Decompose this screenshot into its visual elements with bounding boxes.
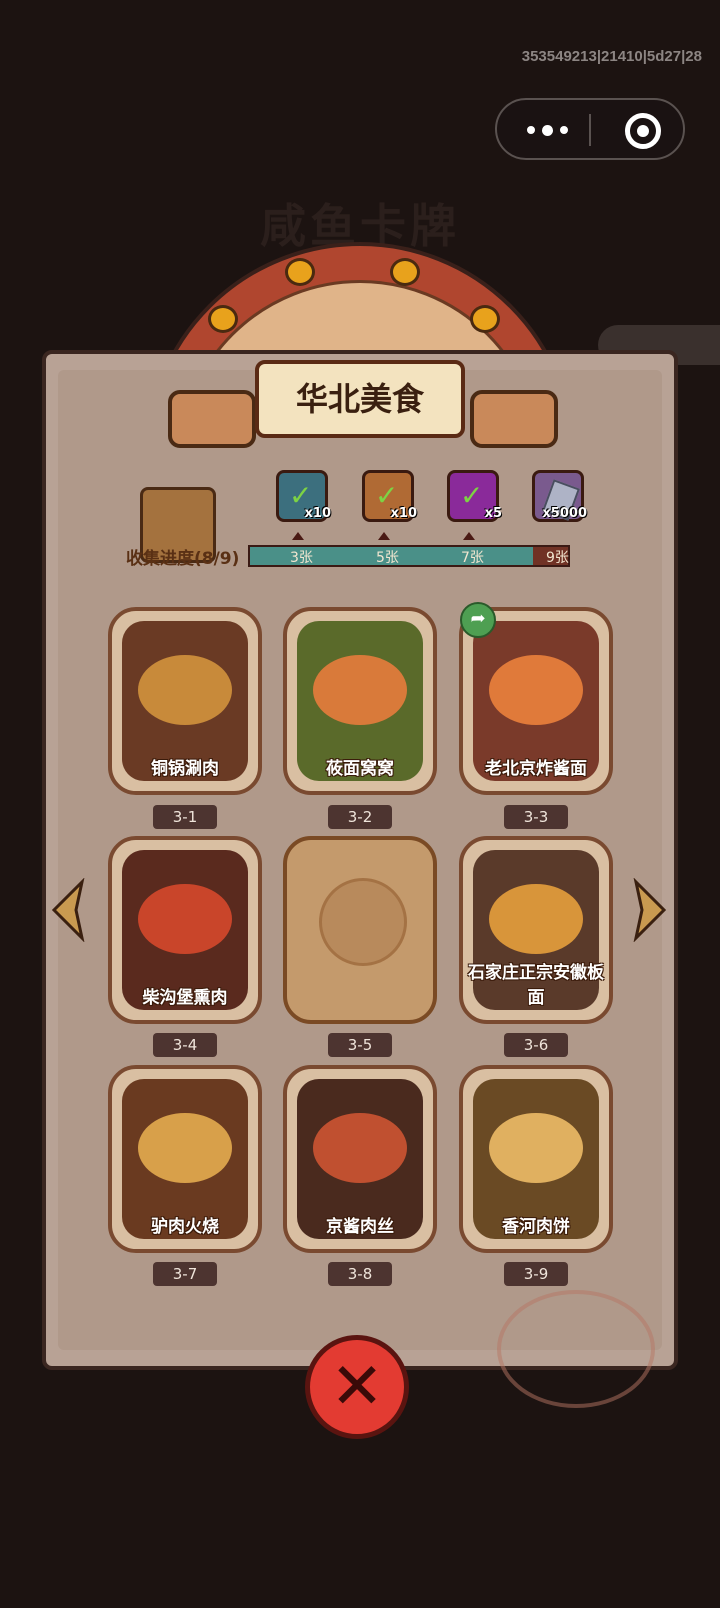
food-card[interactable]: 京酱肉丝 <box>283 1065 437 1253</box>
reward-qty: x10 <box>304 506 331 521</box>
card-tag: 3-1 <box>153 805 217 829</box>
bead-icon <box>208 305 238 333</box>
bead-icon <box>285 258 315 286</box>
debug-id: 353549213|21410|5d27|28 <box>521 48 702 65</box>
food-card[interactable]: 石家庄正宗安徽板面 <box>459 836 613 1024</box>
next-page-arrow-icon[interactable] <box>630 877 670 943</box>
panel-title-banner: 华北美食 <box>255 360 465 438</box>
card-tag: 3-7 <box>153 1262 217 1286</box>
reward-qty: x5000 <box>542 506 587 521</box>
food-card[interactable]: 驴肉火烧 <box>108 1065 262 1253</box>
card-name: 京酱肉丝 <box>326 1217 394 1237</box>
reward-gem[interactable]: x5000 <box>532 470 587 522</box>
reward-scroll[interactable]: ✓ x10 <box>362 470 417 522</box>
close-icon: ✕ <box>330 1350 384 1424</box>
panel-title: 华北美食 <box>295 380 424 418</box>
milestone-marker <box>292 532 304 540</box>
card-name: 柴沟堡熏肉 <box>142 988 228 1008</box>
card-tag: 3-6 <box>504 1033 568 1057</box>
card-name: 铜锅涮肉 <box>151 759 219 779</box>
milestone-label: 5张 <box>376 550 399 566</box>
card-name: 香河肉饼 <box>502 1217 570 1237</box>
mini-program-capsule <box>495 98 685 160</box>
scroll-left-icon <box>168 390 256 448</box>
milestone-marker <box>463 532 475 540</box>
locked-placeholder-icon <box>319 878 407 966</box>
reward-qty: x10 <box>390 506 417 521</box>
close-program-icon[interactable] <box>625 113 661 149</box>
card-tag: 3-4 <box>153 1033 217 1057</box>
check-icon: ✓ <box>460 479 484 512</box>
close-button[interactable]: ✕ <box>305 1335 409 1439</box>
card-name: 石家庄正宗安徽板面 <box>468 963 604 1008</box>
card-name: 莜面窝窝 <box>326 759 394 779</box>
reward-chest[interactable]: ✓ x10 <box>276 470 331 522</box>
seal-stamp <box>497 1290 655 1408</box>
scroll-right-icon <box>470 390 558 448</box>
reward-orb[interactable]: ✓ x5 <box>447 470 502 522</box>
share-icon[interactable]: ➦ <box>460 602 496 638</box>
food-card[interactable]: 莜面窝窝 <box>283 607 437 795</box>
card-tag: 3-2 <box>328 805 392 829</box>
card-tag: 3-8 <box>328 1262 392 1286</box>
bead-icon <box>470 305 500 333</box>
food-card[interactable]: 柴沟堡熏肉 <box>108 836 262 1024</box>
card-tag: 3-3 <box>504 805 568 829</box>
progress-label: 收集进度(8/9) <box>126 549 240 569</box>
card-tag: 3-5 <box>328 1033 392 1057</box>
milestone-marker <box>378 532 390 540</box>
capsule-divider <box>589 114 591 146</box>
card-name: 老北京炸酱面 <box>485 759 587 779</box>
milestone-label: 9张 <box>546 550 569 566</box>
card-tag: 3-9 <box>504 1262 568 1286</box>
food-card-locked[interactable] <box>283 836 437 1024</box>
milestone-label: 3张 <box>290 550 313 566</box>
more-icon[interactable] <box>527 118 587 142</box>
food-card[interactable]: 香河肉饼 <box>459 1065 613 1253</box>
reward-qty: x5 <box>484 506 502 521</box>
card-name: 驴肉火烧 <box>151 1217 219 1237</box>
bead-icon <box>390 258 420 286</box>
prev-page-arrow-icon[interactable] <box>48 877 88 943</box>
milestone-label: 7张 <box>461 550 484 566</box>
food-card[interactable]: 铜锅涮肉 <box>108 607 262 795</box>
